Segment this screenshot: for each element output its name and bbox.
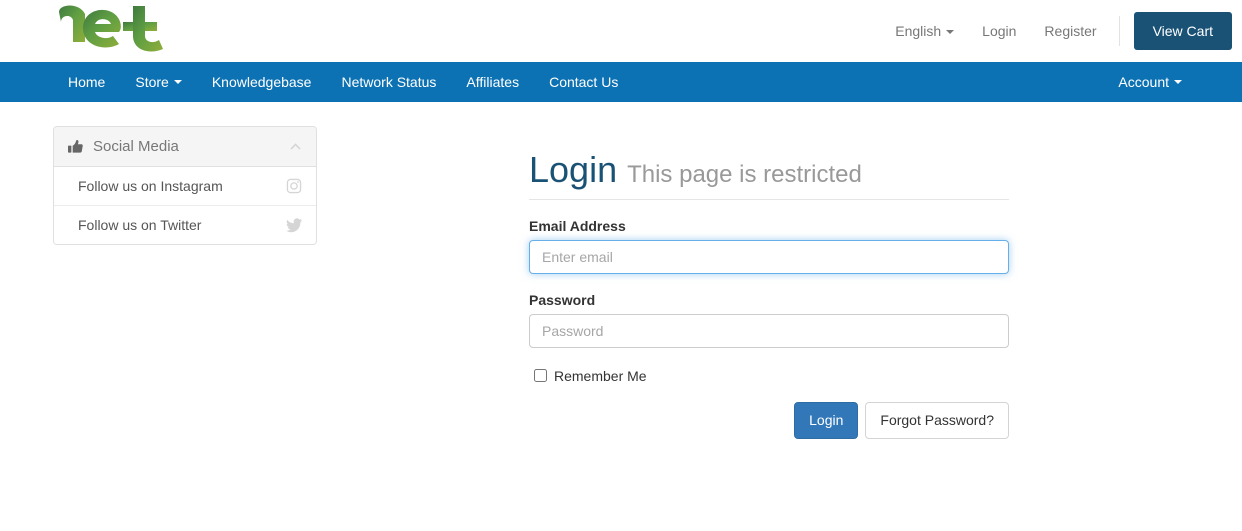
language-label: English	[895, 23, 942, 39]
view-cart-button[interactable]: View Cart	[1133, 12, 1232, 50]
header-utility-nav: English Login Register View Cart	[881, 0, 1242, 62]
nav-item-label: Account	[1118, 74, 1169, 90]
caret-down-icon	[173, 80, 182, 84]
nav-primary-items: Home Store Knowledgebase Network Status …	[53, 62, 633, 102]
remember-me-checkbox[interactable]	[534, 369, 547, 383]
header-register-link[interactable]: Register	[1030, 24, 1110, 38]
social-link-twitter[interactable]: Follow us on Twitter	[54, 206, 316, 244]
page-title: Login	[529, 149, 618, 190]
header-divider	[1118, 16, 1120, 46]
remember-me-label[interactable]: Remember Me	[554, 368, 647, 384]
sidebar: Social Media Follow us on Instagram Foll…	[53, 126, 317, 245]
thumbs-up-icon	[68, 139, 83, 153]
login-content: Login This page is restricted Email Addre…	[529, 102, 1009, 440]
nav-item-label: Home	[68, 74, 106, 90]
social-media-panel: Social Media Follow us on Instagram Foll…	[53, 126, 317, 245]
nav-item-affiliates[interactable]: Affiliates	[451, 62, 534, 102]
nav-item-label: Affiliates	[466, 74, 520, 90]
login-submit-button[interactable]: Login	[794, 401, 859, 440]
social-media-panel-header[interactable]: Social Media	[54, 127, 316, 167]
password-form-group: Password	[529, 292, 1009, 348]
main-navigation: Home Store Knowledgebase Network Status …	[0, 62, 1242, 102]
chevron-up-icon[interactable]	[289, 140, 302, 153]
top-header: English Login Register View Cart	[0, 0, 1242, 62]
language-selector[interactable]: English	[881, 24, 968, 38]
login-button-row: Login Forgot Password?	[529, 401, 1009, 440]
password-label: Password	[529, 291, 596, 308]
twitter-icon	[286, 218, 302, 233]
nav-item-network-status[interactable]: Network Status	[326, 62, 451, 102]
social-media-panel-title: Social Media	[93, 138, 179, 155]
social-link-label: Follow us on Instagram	[78, 178, 223, 194]
page-body: Social Media Follow us on Instagram Foll…	[0, 102, 1242, 531]
nav-item-contact-us[interactable]: Contact Us	[534, 62, 633, 102]
nav-item-store[interactable]: Store	[120, 62, 196, 102]
social-link-instagram[interactable]: Follow us on Instagram	[54, 167, 316, 206]
page-subtitle: This page is restricted	[627, 161, 862, 188]
instagram-icon	[286, 178, 302, 194]
nav-item-label: Knowledgebase	[211, 74, 312, 90]
caret-down-icon	[946, 30, 955, 34]
page-header: Login This page is restricted	[529, 150, 1009, 200]
nav-item-label: Network Status	[341, 74, 437, 90]
nav-item-home[interactable]: Home	[53, 62, 120, 102]
email-form-group: Email Address	[529, 218, 1009, 274]
email-label: Email Address	[529, 217, 626, 234]
remember-me-row: Remember Me	[529, 368, 1009, 384]
caret-down-icon	[1174, 80, 1182, 84]
login-form: Email Address Password Remember Me Login…	[529, 218, 1009, 440]
nav-item-account[interactable]: Account	[1103, 62, 1197, 102]
nav-secondary-items: Account	[1103, 62, 1197, 102]
nav-item-label: Store	[135, 74, 169, 90]
header-login-link[interactable]: Login	[968, 24, 1030, 38]
password-field[interactable]	[529, 313, 1009, 348]
site-logo[interactable]	[53, 2, 178, 54]
nav-item-knowledgebase[interactable]: Knowledgebase	[197, 62, 327, 102]
forgot-password-button[interactable]: Forgot Password?	[865, 401, 1009, 440]
social-link-label: Follow us on Twitter	[78, 217, 202, 233]
email-field[interactable]	[529, 239, 1009, 274]
nav-item-label: Contact Us	[549, 74, 619, 90]
